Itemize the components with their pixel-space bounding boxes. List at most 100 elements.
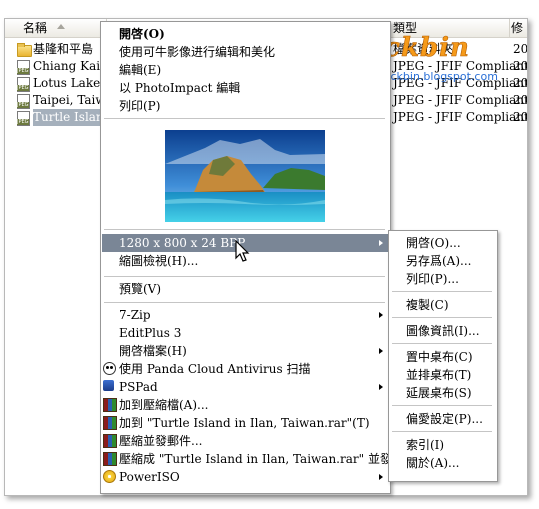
file-name: Lotus Lake, K: [33, 76, 103, 90]
menu-item-tool[interactable]: EditPlus 3: [102, 324, 389, 342]
submenu-item[interactable]: 關於(A)...: [390, 454, 496, 472]
submenu-arrow-icon: [379, 312, 383, 318]
name-column-header[interactable]: 名稱: [5, 19, 107, 37]
date-column-label: 修: [511, 21, 524, 35]
submenu-item-label: 另存爲(A)...: [406, 254, 472, 268]
file-date: 20: [513, 110, 528, 124]
menu-separator: [104, 118, 385, 119]
menu-item-tool[interactable]: 7-Zip: [102, 306, 389, 324]
mouse-cursor-icon: [235, 240, 250, 262]
menu-item-tool[interactable]: PowerISO: [102, 468, 389, 486]
submenu-item[interactable]: 索引(I): [390, 436, 496, 454]
submenu-arrow-icon: [379, 474, 383, 480]
menu-separator: [104, 276, 385, 277]
menu-item-label: 7-Zip: [119, 308, 151, 322]
jpeg-file-icon: [17, 111, 30, 126]
menu-item-open[interactable]: 開啓(O): [102, 25, 389, 43]
image-preview-thumbnail: [165, 130, 325, 222]
menu-item-tool[interactable]: 壓縮成 "Turtle Island in Ilan, Taiwan.rar" …: [102, 450, 416, 468]
date-column-header[interactable]: 修: [505, 19, 527, 37]
submenu-arrow-icon: [379, 384, 383, 390]
submenu-arrow-icon: [379, 348, 383, 354]
menu-item-label: 以 PhotoImpact 編輯: [119, 81, 241, 95]
menu-item-label: 加到 "Turtle Island in Ilan, Taiwan.rar"(T…: [119, 416, 370, 430]
file-name: 基隆和平島: [33, 42, 94, 56]
menu-item-label: 開啓(O): [119, 27, 165, 41]
winrar-icon: [103, 434, 117, 448]
submenu-item-label: 偏愛設定(P)...: [406, 412, 483, 426]
submenu-item[interactable]: 並排桌布(T): [390, 366, 496, 384]
menu-item-tool[interactable]: 使用 Panda Cloud Antivirus 扫描: [102, 360, 389, 378]
menu-item-label: 加到壓縮檔(A)...: [119, 398, 209, 412]
menu-item-label: PSPad: [119, 380, 158, 394]
menu-item-label: 縮圖檢視(H)...: [119, 254, 199, 268]
menu-item-tool[interactable]: 加到壓縮檔(A)...: [102, 396, 389, 414]
submenu-item-label: 索引(I): [406, 438, 445, 452]
jpeg-file-icon: [17, 77, 30, 92]
submenu-item-label: 列印(P)...: [406, 272, 459, 286]
menu-item-edit[interactable]: 編輯(E): [102, 61, 389, 79]
file-date: 20: [513, 42, 528, 56]
menu-item-label: 1280 x 800 x 24 BPP: [119, 236, 246, 250]
menu-separator: [104, 229, 385, 230]
submenu-separator: [392, 431, 492, 432]
submenu-item-label: 置中桌布(C): [406, 350, 473, 364]
image-submenu: 開啓(O)... 另存爲(A)... 列印(P)... 複製(C) 圖像資訊(I)...…: [388, 230, 498, 482]
submenu-item-label: 延展桌布(S): [406, 386, 472, 400]
submenu-item[interactable]: 開啓(O)...: [390, 234, 496, 252]
submenu-item[interactable]: 偏愛設定(P)...: [390, 410, 496, 428]
submenu-item[interactable]: 列印(P)...: [390, 270, 496, 288]
file-type: JPEG - JFIF Compliant: [393, 110, 528, 124]
submenu-item[interactable]: 另存爲(A)...: [390, 252, 496, 270]
submenu-separator: [392, 405, 492, 406]
pspad-icon: [103, 380, 114, 391]
file-name: Chiang Kai-Sh: [33, 59, 103, 73]
menu-item-photoimpact[interactable]: 以 PhotoImpact 編輯: [102, 79, 389, 97]
menu-item-tool[interactable]: 壓縮並發郵件...: [102, 432, 389, 450]
menu-item-label: 預覽(V): [119, 282, 162, 296]
submenu-item[interactable]: 置中桌布(C): [390, 348, 496, 366]
menu-item-label: 編輯(E): [119, 63, 162, 77]
winrar-icon: [103, 452, 117, 466]
jpeg-file-icon: [17, 60, 30, 75]
submenu-separator: [392, 317, 492, 318]
submenu-item-label: 並排桌布(T): [406, 368, 472, 382]
menu-separator: [104, 302, 385, 303]
menu-item-tool[interactable]: 開啓檔案(H): [102, 342, 389, 360]
menu-item-label: 壓縮成 "Turtle Island in Ilan, Taiwan.rar" …: [119, 452, 416, 466]
submenu-arrow-icon: [379, 240, 383, 246]
submenu-item-label: 複製(C): [406, 298, 449, 312]
submenu-item-label: 圖像資訊(I)...: [406, 324, 480, 338]
file-name: Turtle Island i: [33, 109, 103, 126]
submenu-item[interactable]: 複製(C): [390, 296, 496, 314]
menu-item-label: PowerISO: [119, 470, 180, 484]
menu-item-label: 使用 Panda Cloud Antivirus 扫描: [119, 362, 311, 376]
submenu-item[interactable]: 圖像資訊(I)...: [390, 322, 496, 340]
menu-item-print[interactable]: 列印(P): [102, 97, 389, 115]
menu-item-label: EditPlus 3: [119, 326, 182, 340]
submenu-item-label: 關於(A)...: [406, 456, 460, 470]
submenu-separator: [392, 343, 492, 344]
menu-item-label: 開啓檔案(H): [119, 344, 187, 358]
file-name: Taipei, Taiwan: [33, 93, 103, 107]
menu-item-label: 使用可牛影像进行编辑和美化: [119, 45, 276, 59]
name-column-label: 名稱: [23, 21, 48, 35]
menu-item-label: 壓縮並發郵件...: [119, 434, 203, 448]
submenu-item[interactable]: 延展桌布(S): [390, 384, 496, 402]
jpeg-file-icon: [17, 94, 30, 109]
file-date: 20: [513, 59, 528, 73]
submenu-item-label: 開啓(O)...: [406, 236, 461, 250]
winrar-icon: [103, 416, 117, 430]
menu-item-tool[interactable]: 加到 "Turtle Island in Ilan, Taiwan.rar"(T…: [102, 414, 389, 432]
menu-item-preview[interactable]: 預覽(V): [102, 280, 389, 298]
sort-ascending-icon: [57, 24, 65, 29]
folder-icon: [17, 43, 32, 57]
submenu-separator: [392, 291, 492, 292]
panda-icon: [103, 362, 116, 375]
poweriso-icon: [103, 470, 116, 483]
file-date: 20: [513, 76, 528, 90]
file-date: 20: [513, 93, 528, 107]
menu-item-label: 列印(P): [119, 99, 161, 113]
menu-item-tool[interactable]: PSPad: [102, 378, 389, 396]
menu-item-keniu-edit[interactable]: 使用可牛影像进行编辑和美化: [102, 43, 389, 61]
